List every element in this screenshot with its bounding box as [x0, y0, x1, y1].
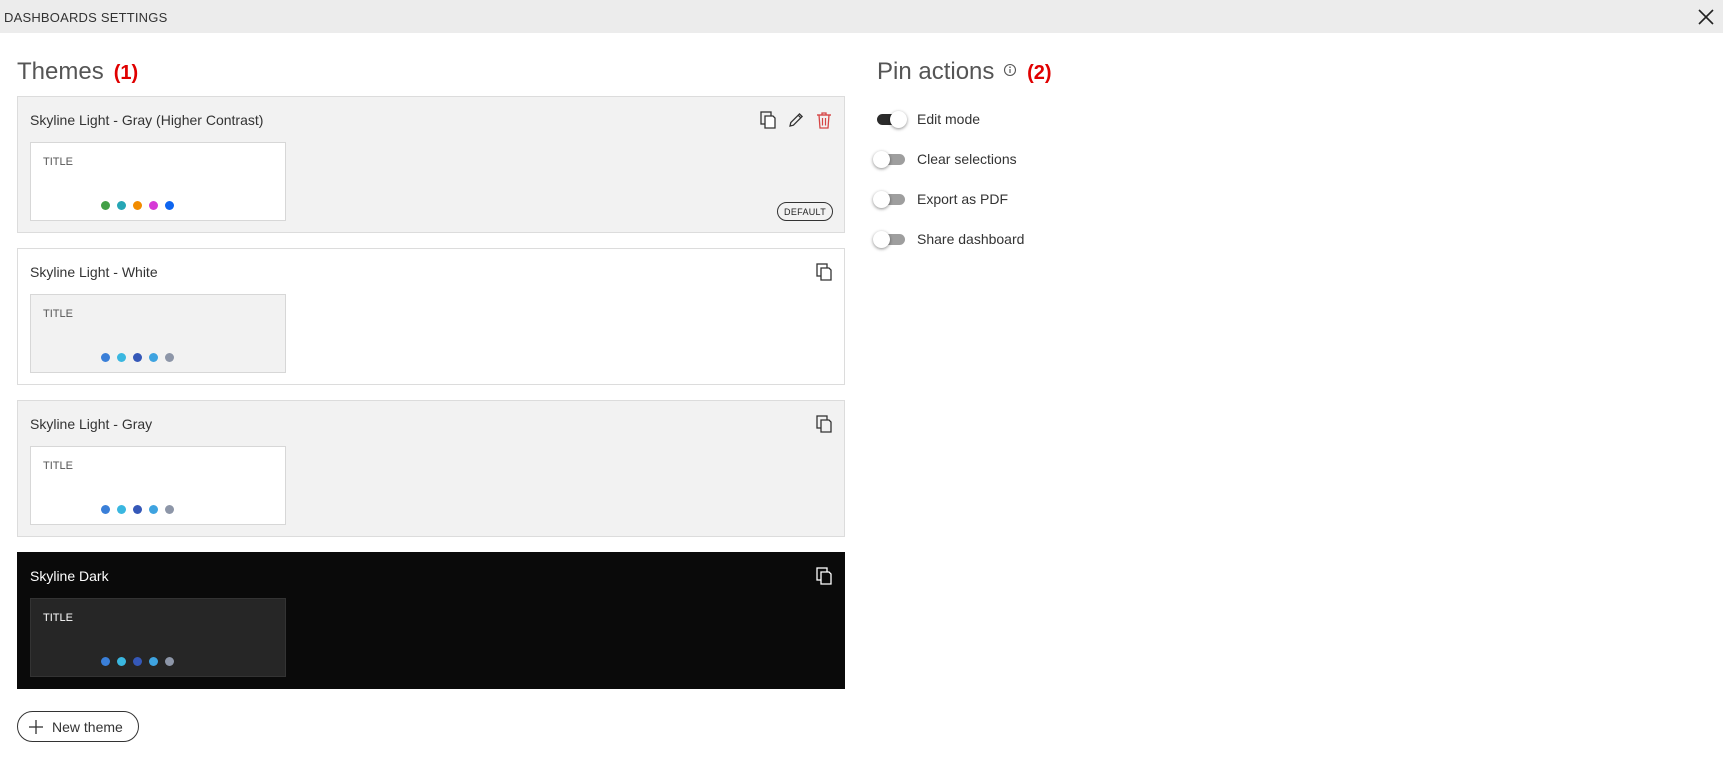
themes-marker: (1): [113, 62, 139, 84]
toggle-label: Edit mode: [917, 111, 981, 127]
delete-icon[interactable]: [814, 110, 834, 130]
palette-dot: [165, 657, 174, 666]
pin-action-edit-mode: Edit mode: [873, 107, 980, 131]
copy-icon[interactable]: [758, 110, 778, 130]
palette-dot: [149, 201, 158, 210]
preview-title: TITLE: [43, 612, 73, 624]
palette-dot: [117, 353, 126, 362]
theme-card-skyline-light-white[interactable]: Skyline Light - White TITLE: [17, 248, 845, 385]
theme-name: Skyline Dark: [30, 568, 109, 584]
palette-dot: [133, 657, 142, 666]
palette-dots: [101, 505, 174, 514]
theme-actions: [758, 110, 834, 130]
theme-card-skyline-dark[interactable]: Skyline Dark TITLE: [17, 552, 845, 689]
palette-dot: [101, 353, 110, 362]
palette-dot: [165, 201, 174, 210]
theme-actions: [814, 262, 834, 282]
palette-dot: [101, 505, 110, 514]
preview-title: TITLE: [43, 156, 73, 168]
theme-name: Skyline Light - Gray: [30, 416, 153, 432]
copy-icon[interactable]: [814, 414, 834, 434]
export-as-pdf-toggle[interactable]: [873, 191, 907, 208]
palette-dot: [149, 657, 158, 666]
theme-actions: [814, 566, 834, 586]
theme-preview: TITLE: [30, 142, 286, 221]
window-title: DASHBOARDS SETTINGS: [4, 10, 168, 25]
clear-selections-toggle[interactable]: [873, 151, 907, 168]
preview-title: TITLE: [43, 460, 73, 472]
copy-icon[interactable]: [814, 262, 834, 282]
palette-dot: [149, 353, 158, 362]
palette-dot: [117, 657, 126, 666]
theme-preview: TITLE: [30, 446, 286, 525]
edit-mode-toggle[interactable]: [873, 111, 907, 128]
toggle-label: Export as PDF: [917, 191, 1009, 207]
pin-actions-heading: Pin actions (2): [877, 58, 1052, 86]
edit-icon[interactable]: [786, 110, 806, 130]
pin-action-export-as-pdf: Export as PDF: [873, 187, 1008, 211]
info-icon[interactable]: [1003, 63, 1017, 77]
palette-dots: [101, 201, 174, 210]
palette-dot: [133, 505, 142, 514]
palette-dot: [165, 505, 174, 514]
default-badge: DEFAULT: [777, 202, 833, 221]
themes-title: Themes: [17, 58, 104, 85]
palette-dots: [101, 353, 174, 362]
palette-dot: [149, 505, 158, 514]
close-icon[interactable]: [1695, 6, 1717, 28]
toggle-label: Share dashboard: [917, 231, 1025, 247]
palette-dot: [101, 657, 110, 666]
title-bar: DASHBOARDS SETTINGS: [0, 0, 1723, 33]
preview-title: TITLE: [43, 308, 73, 320]
palette-dot: [133, 201, 142, 210]
theme-preview: TITLE: [30, 598, 286, 677]
share-dashboard-toggle[interactable]: [873, 231, 907, 248]
palette-dot: [117, 505, 126, 514]
theme-card-skyline-light-gray[interactable]: Skyline Light - Gray TITLE: [17, 400, 845, 537]
theme-card-skyline-light-gray-higher-contrast[interactable]: Skyline Light - Gray (Higher Contrast) T…: [17, 96, 845, 233]
toggle-label: Clear selections: [917, 151, 1017, 167]
palette-dot: [117, 201, 126, 210]
pin-actions-marker: (2): [1027, 62, 1052, 84]
pin-action-share-dashboard: Share dashboard: [873, 227, 1024, 251]
pin-action-clear-selections: Clear selections: [873, 147, 1017, 171]
theme-name: Skyline Light - Gray (Higher Contrast): [30, 112, 264, 128]
new-theme-label: New theme: [52, 718, 123, 735]
plus-icon: [29, 719, 43, 734]
palette-dots: [101, 657, 174, 666]
palette-dot: [133, 353, 142, 362]
themes-heading: Themes (1): [17, 58, 138, 86]
pin-actions-title: Pin actions: [877, 58, 995, 85]
theme-name: Skyline Light - White: [30, 264, 158, 280]
copy-icon[interactable]: [814, 566, 834, 586]
new-theme-button[interactable]: New theme: [17, 711, 139, 742]
palette-dot: [165, 353, 174, 362]
theme-preview: TITLE: [30, 294, 286, 373]
theme-actions: [814, 414, 834, 434]
palette-dot: [101, 201, 110, 210]
